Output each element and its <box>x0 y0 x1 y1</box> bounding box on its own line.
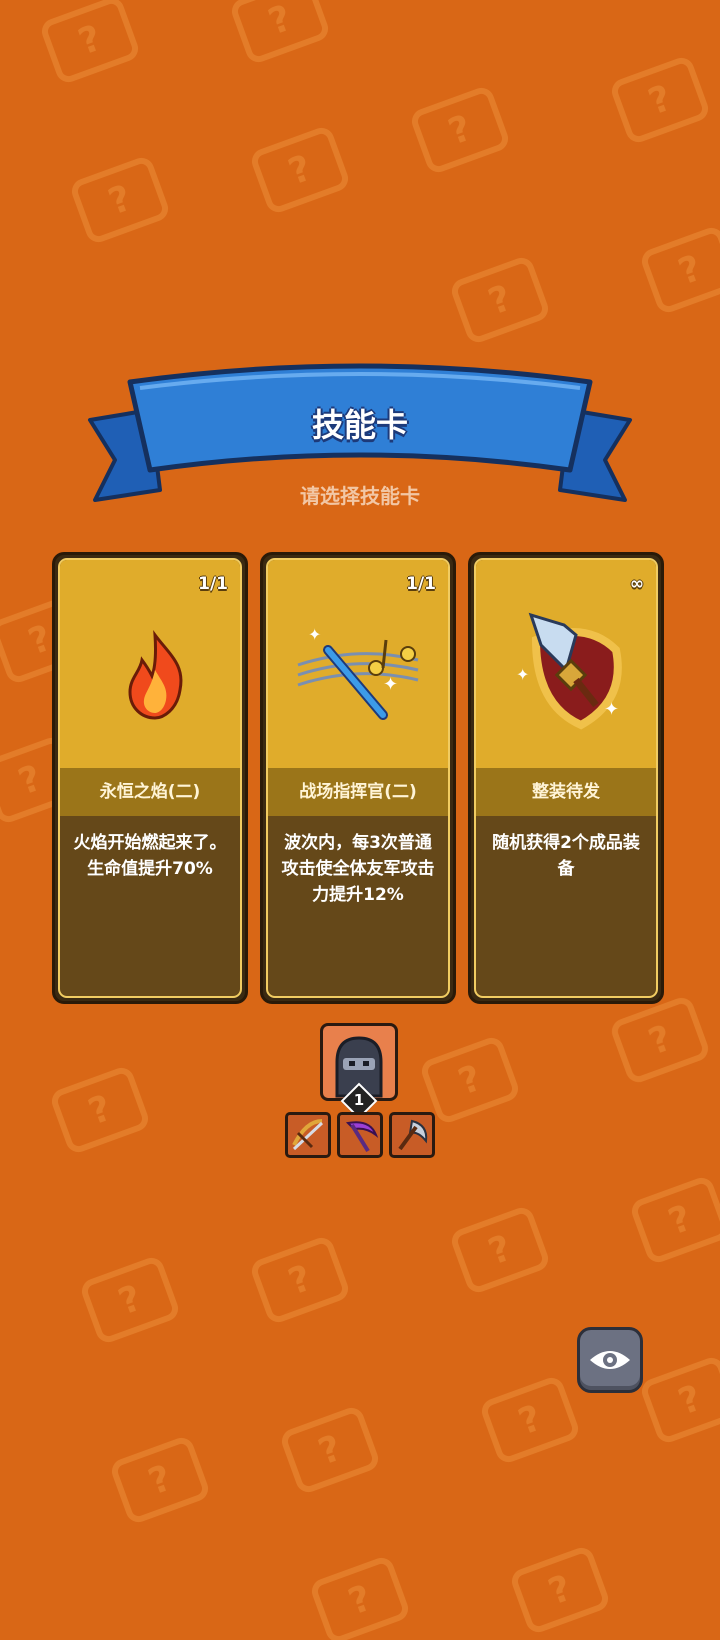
card-description: 波次内，每3次普通攻击使全体友军攻击力提升12% <box>281 833 435 905</box>
svg-text:?: ? <box>453 1058 487 1104</box>
axe-icon <box>398 1119 428 1151</box>
skill-card-eternal-flame[interactable]: 1/1 永恒之焰(二) 火焰开始燃起来了。生命值提升70% <box>52 552 248 1004</box>
svg-text:?: ? <box>483 1228 517 1274</box>
card-count: 1/1 <box>198 574 228 594</box>
view-toggle-button[interactable] <box>577 1327 643 1393</box>
svg-text:✦: ✦ <box>308 625 321 644</box>
svg-text:?: ? <box>83 1088 117 1134</box>
svg-text:?: ? <box>643 78 677 124</box>
card-name: 永恒之焰(二) <box>60 768 240 816</box>
svg-text:?: ? <box>513 1398 547 1444</box>
svg-text:?: ? <box>73 18 107 64</box>
scythe-icon <box>345 1121 379 1153</box>
svg-text:?: ? <box>673 1378 707 1424</box>
svg-text:✦: ✦ <box>604 699 619 720</box>
sword-shield-icon: ✦ ✦ <box>516 612 622 730</box>
hero-level: 1 <box>353 1091 365 1109</box>
svg-text:?: ? <box>143 1458 177 1504</box>
svg-text:?: ? <box>673 248 707 294</box>
card-description: 随机获得2个成品装备 <box>492 833 640 879</box>
svg-text:?: ? <box>643 1018 677 1064</box>
svg-text:?: ? <box>263 0 297 43</box>
weapon-slot-axe[interactable] <box>389 1112 435 1158</box>
svg-text:?: ? <box>483 278 517 324</box>
svg-text:?: ? <box>343 1578 377 1624</box>
page-title: 技能卡 <box>311 406 408 444</box>
card-description: 火焰开始燃起来了。生命值提升70% <box>73 833 227 879</box>
svg-text:✦: ✦ <box>516 665 529 684</box>
svg-text:✦: ✦ <box>383 674 398 695</box>
svg-text:?: ? <box>13 758 47 804</box>
page-subtitle: 请选择技能卡 <box>300 484 420 508</box>
svg-text:?: ? <box>663 1198 697 1244</box>
svg-text:?: ? <box>283 1258 317 1304</box>
card-name: 整装待发 <box>476 768 656 816</box>
weapon-slot-scythe[interactable] <box>337 1112 383 1158</box>
svg-text:?: ? <box>113 1278 147 1324</box>
card-count: 1/1 <box>406 574 436 594</box>
weapon-slot-crossbow[interactable] <box>285 1112 331 1158</box>
baton-music-icon: ✦ ✦ <box>297 625 419 720</box>
svg-text:?: ? <box>443 108 477 154</box>
flame-icon <box>128 630 183 720</box>
skill-card-battlefield-commander[interactable]: 1/1 ✦ ✦ 战场指挥官(二) 波次内，每3次普通攻击使全体友军攻击力提升12… <box>260 552 456 1004</box>
eye-icon <box>590 1351 630 1369</box>
skill-card-ready-to-go[interactable]: ∞ ✦ ✦ 整装待发 随机获得2个成品装备 <box>468 552 664 1004</box>
svg-text:?: ? <box>313 1428 347 1474</box>
crossbow-icon <box>292 1119 324 1151</box>
svg-text:?: ? <box>103 178 137 224</box>
card-name: 战场指挥官(二) <box>268 768 448 816</box>
card-count: ∞ <box>629 574 644 594</box>
svg-text:?: ? <box>543 1568 577 1614</box>
svg-text:?: ? <box>283 148 317 194</box>
